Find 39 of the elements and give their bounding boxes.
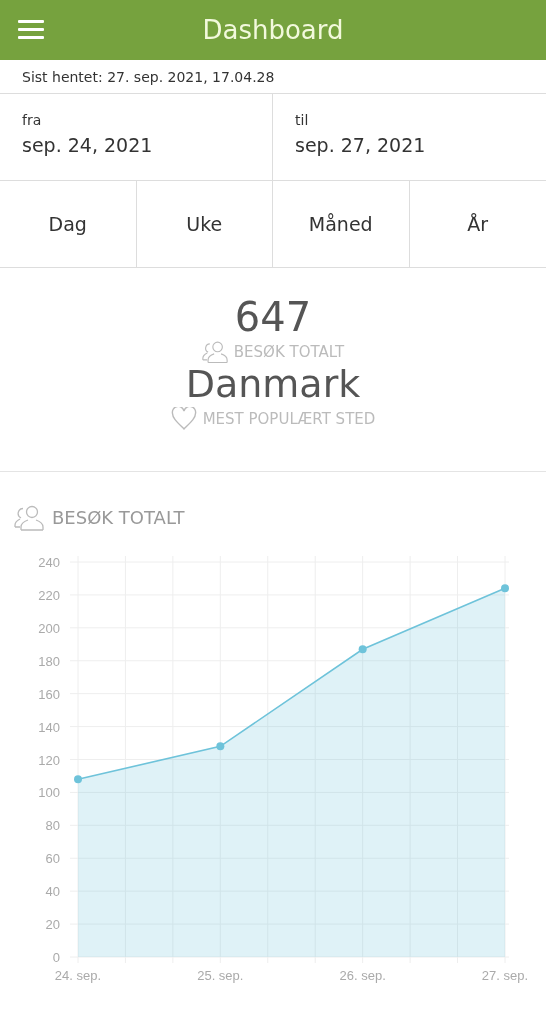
date-label: fra [22, 112, 42, 128]
data-point [501, 584, 509, 593]
x-tick-label: 26. sep. [339, 968, 386, 983]
y-tick-label: 220 [38, 587, 60, 603]
last-fetched-text: Sist hentet: 27. sep. 2021, 17.04.28 [0, 60, 546, 94]
date-value: sep. 27, 2021 [295, 134, 426, 156]
menu-icon [16, 18, 46, 40]
date-label: til [295, 112, 309, 128]
chart-title: BESØK TOTALT [52, 507, 185, 528]
y-tick-label: 20 [45, 917, 60, 933]
y-tick-label: 60 [45, 851, 60, 867]
date-value: sep. 24, 2021 [22, 134, 153, 156]
data-point [358, 645, 367, 654]
y-tick-label: 200 [38, 620, 60, 636]
y-tick-label: 100 [38, 785, 60, 801]
x-tick-label: 25. sep. [197, 968, 244, 983]
data-point [74, 775, 82, 784]
y-tick-label: 160 [38, 686, 60, 702]
y-tick-label: 120 [38, 752, 60, 768]
top-place: Danmark [185, 363, 361, 408]
stat-caption: MEST POPULÆRT STED [202, 410, 376, 429]
data-point [216, 742, 225, 751]
y-tick-label: 80 [45, 818, 60, 834]
heart-icon [170, 407, 197, 432]
people-icon [14, 504, 44, 531]
visit-count: 647 [234, 294, 312, 340]
menu-button[interactable] [16, 18, 46, 42]
y-tick-label: 180 [38, 653, 60, 669]
y-tick-label: 40 [45, 884, 60, 900]
date-field[interactable]: fra sep. 24, 2021 [0, 94, 273, 180]
x-tick-label: 27. sep. [481, 968, 529, 983]
y-tick-label: 0 [52, 950, 60, 965]
y-tick-label: 140 [38, 719, 60, 735]
stat-caption: BESØK TOTALT [233, 342, 345, 361]
page-title: Dashboard [202, 15, 344, 45]
x-tick-label: 24. sep. [54, 968, 102, 983]
people-icon [201, 340, 228, 364]
y-tick-label: 240 [38, 555, 60, 570]
date-field[interactable]: til sep. 27, 2021 [273, 94, 546, 180]
